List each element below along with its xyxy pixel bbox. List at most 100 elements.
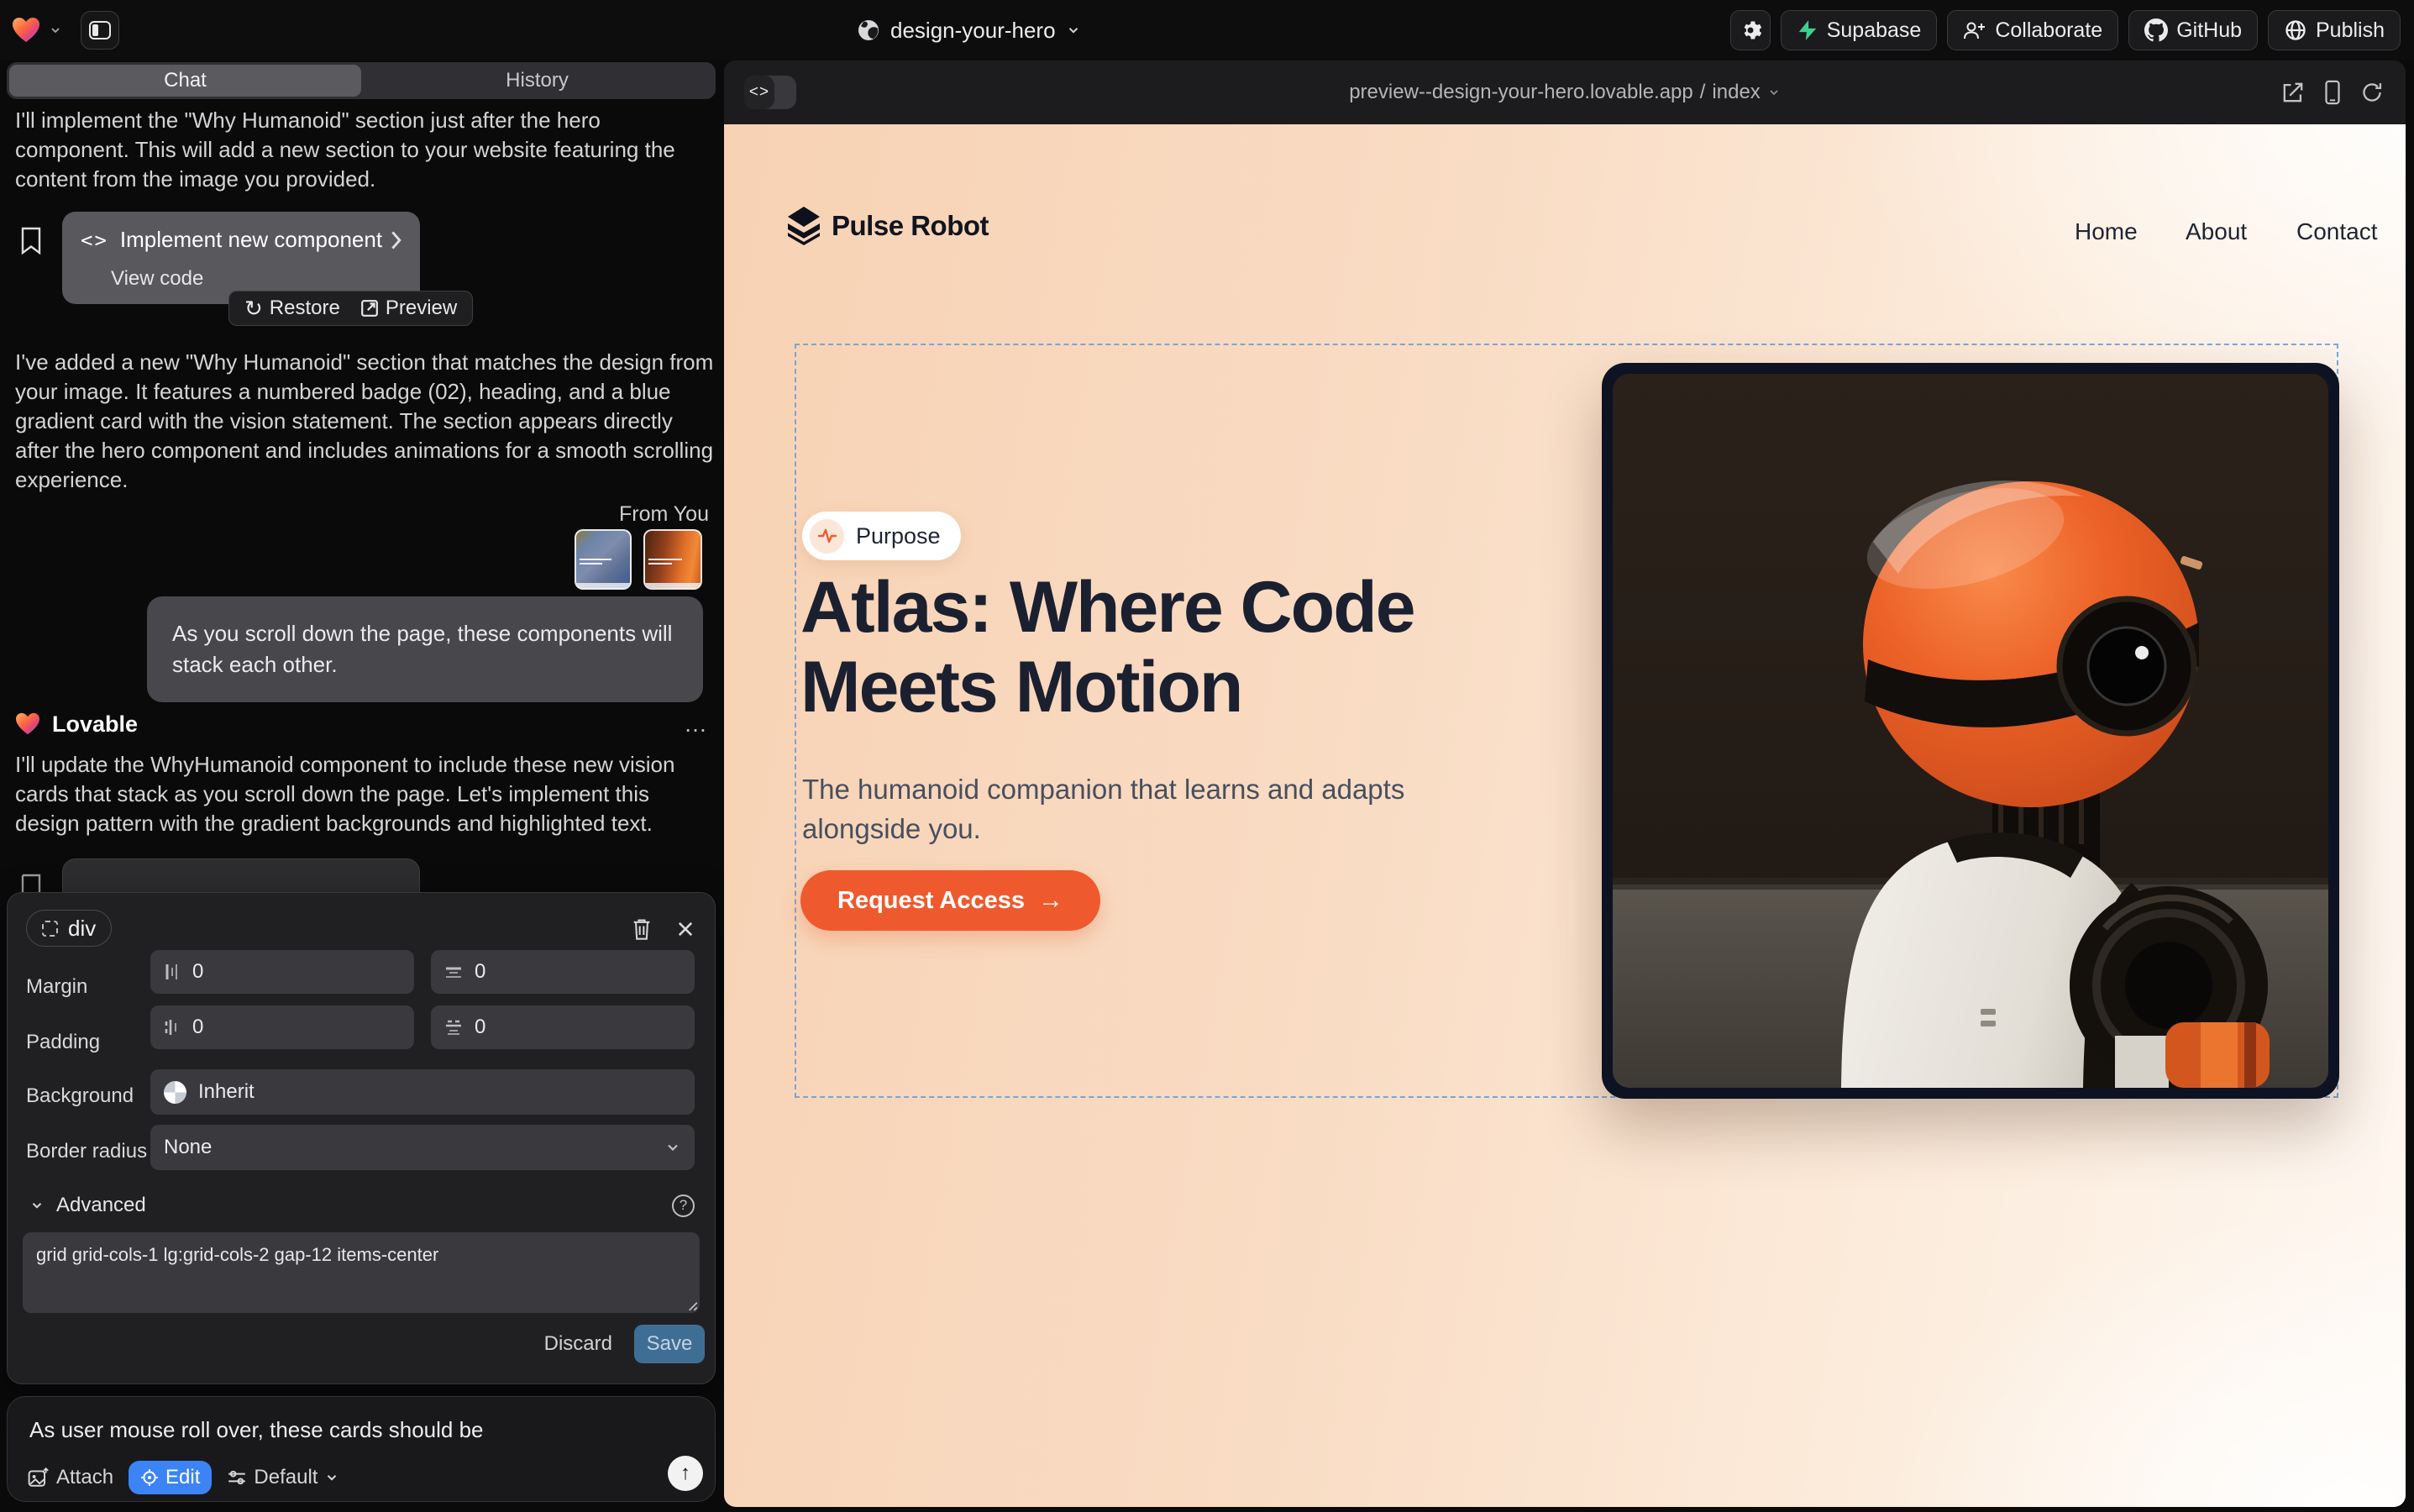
preview-label: Preview [386,297,457,320]
hero-heading: Atlas: Where Code Meets Motion [800,568,1556,727]
attachment-thumbnail-blue[interactable] [575,529,632,590]
trash-icon [631,917,653,941]
refresh-icon[interactable] [2360,81,2384,104]
margin-x-input[interactable]: 0 [150,950,414,994]
tab-chat[interactable]: Chat [9,65,361,97]
pulse-icon [810,519,844,554]
supabase-button[interactable]: Supabase [1781,10,1938,50]
advanced-classes-textarea[interactable]: grid grid-cols-1 lg:grid-cols-2 gap-12 i… [23,1232,700,1313]
cta-label: Request Access [837,887,1025,915]
github-button[interactable]: GitHub [2128,10,2258,50]
lovable-logo-icon[interactable] [12,17,40,44]
restore-label: Restore [270,297,340,320]
gear-icon [1739,18,1762,42]
preview-toolbar: <> preview--design-your-hero.lovable.app… [724,60,2406,124]
preview-button[interactable]: Preview [360,297,457,320]
attach-image-icon [28,1467,50,1488]
padding-y-input[interactable]: 0 [431,1005,695,1049]
help-glyph: ? [680,1197,687,1214]
message-menu-button[interactable]: … [684,711,709,738]
chat-panel: Chat History I'll implement the "Why Hum… [7,60,719,1512]
hero-badge: Purpose [802,512,961,560]
send-arrow-icon: ↑ [680,1462,690,1485]
github-label: GitHub [2176,18,2242,43]
chat-composer[interactable]: As user mouse roll over, these cards sho… [7,1396,716,1502]
margin-x-icon [164,963,181,981]
hero-subtitle: The humanoid companion that learns and a… [802,769,1474,848]
nav-contact[interactable]: Contact [2296,218,2378,245]
open-in-new-tab-icon[interactable] [2281,81,2305,104]
assistant-message-2: I've added a new "Why Humanoid" section … [15,348,719,495]
attach-button[interactable]: Attach [28,1466,113,1489]
chat-input[interactable]: As user mouse roll over, these cards sho… [29,1417,484,1443]
publish-globe-icon [2284,18,2307,42]
send-button[interactable]: ↑ [668,1456,703,1491]
mode-label: Default [254,1466,317,1489]
preview-domain: preview--design-your-hero.lovable.app [1349,81,1693,104]
thumbnail-text-lines [580,556,611,567]
background-value: Inherit [198,1080,255,1104]
advanced-section-header[interactable]: Advanced ? [29,1194,695,1217]
nav-about[interactable]: About [2186,218,2247,245]
close-panel-button[interactable] [671,915,700,943]
sidebar-icon [89,21,111,39]
border-radius-label: Border radius [26,1140,147,1163]
bookmark-icon[interactable] [20,227,42,255]
bookmark-icon[interactable] [20,874,42,892]
thumbnail-text-lines [648,556,682,567]
delete-element-button[interactable] [627,915,656,943]
discard-button[interactable]: Discard [544,1332,612,1356]
sidebar-toggle-button[interactable] [81,11,119,50]
hero-badge-label: Purpose [856,523,941,549]
project-chevron-icon [1066,23,1081,38]
chevron-right-icon [388,230,403,250]
edit-mode-button[interactable]: Edit [129,1461,212,1494]
site-brand-name: Pulse Robot [832,210,989,242]
component-card-title: Implement new component [120,227,382,253]
attachment-thumbnail-orange[interactable] [643,529,702,590]
mobile-view-icon[interactable] [2323,80,2342,105]
pulse-robot-logo-icon [788,207,820,245]
workspace-chevron-icon[interactable] [49,24,62,37]
view-code-link[interactable]: View code [111,267,203,291]
margin-x-value: 0 [192,960,203,984]
tab-history[interactable]: History [361,65,713,97]
from-you-label: From You [15,502,709,527]
site-brand[interactable]: Pulse Robot [788,207,989,245]
nav-home[interactable]: Home [2075,218,2138,245]
site-header: Pulse Robot Home About Contact [724,124,2406,250]
preview-panel: <> preview--design-your-hero.lovable.app… [724,60,2406,1507]
margin-y-input[interactable]: 0 [431,950,695,994]
user-message-bubble: As you scroll down the page, these compo… [147,596,703,702]
chevron-down-icon [1767,86,1781,99]
version-hover-toolbar: ↻ Restore Preview [228,291,473,326]
request-access-button[interactable]: Request Access → [800,870,1100,931]
thumbnail-footer-strip [576,583,630,588]
border-radius-select[interactable]: None [150,1125,695,1170]
supabase-label: Supabase [1827,18,1922,43]
publish-button[interactable]: Publish [2268,10,2401,50]
project-switcher[interactable]: design-your-hero [857,0,1081,60]
arrow-right-icon: → [1038,886,1063,915]
target-icon [140,1468,159,1487]
github-icon [2144,18,2168,42]
path-separator: / [1700,81,1706,104]
padding-x-input[interactable]: 0 [150,1005,414,1049]
selected-element-chip[interactable]: div [26,910,112,947]
lovable-heart-icon [15,712,40,736]
help-icon[interactable]: ? [672,1194,695,1217]
mode-selector[interactable]: Default [227,1466,339,1489]
background-input[interactable]: Inherit [150,1069,695,1115]
app-window: design-your-hero Supabase [0,0,2414,1512]
attach-label: Attach [56,1466,113,1489]
padding-y-icon [444,1019,463,1036]
resize-handle-icon[interactable] [685,1298,698,1311]
collaborate-icon [1963,19,1986,41]
element-tag: div [68,916,96,942]
save-button[interactable]: Save [634,1325,705,1363]
settings-button[interactable] [1730,10,1771,50]
collaborate-button[interactable]: Collaborate [1947,10,2118,50]
restore-button[interactable]: ↻ Restore [244,296,340,322]
preview-url[interactable]: preview--design-your-hero.lovable.app / … [724,60,2406,124]
hero-robot-card [1602,363,2339,1099]
